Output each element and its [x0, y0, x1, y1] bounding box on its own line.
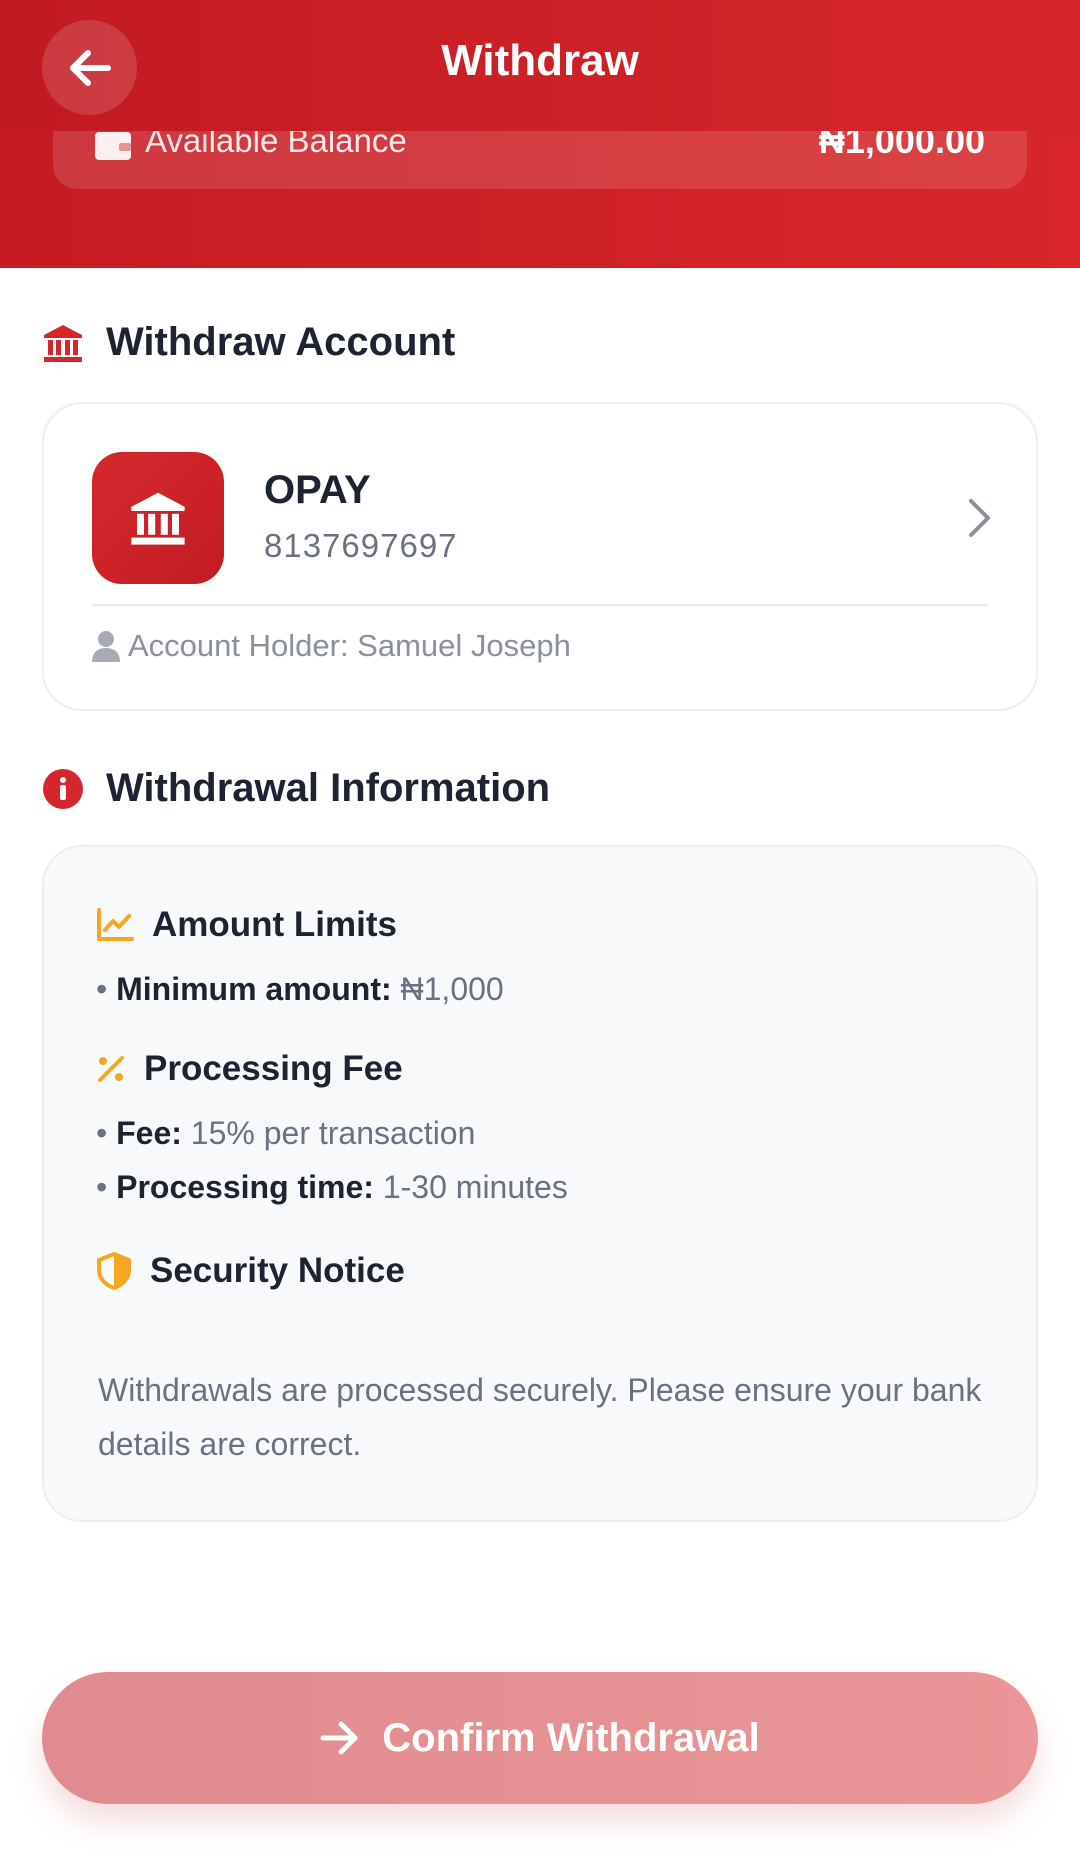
divider [92, 604, 988, 606]
security-notice-title: Security Notice [150, 1251, 405, 1290]
bank-name: OPAY [264, 468, 371, 512]
withdrawal-info-heading: Withdrawal Information [42, 766, 550, 811]
page-title: Withdraw [441, 36, 639, 85]
chevron-right-icon[interactable] [964, 496, 994, 540]
account-holder-text: Account Holder: Samuel Joseph [128, 628, 571, 663]
withdraw-page: Available Balance ₦1,000.00 Withdraw Wit… [0, 0, 1080, 1859]
min-amount-label: Minimum amount: [116, 971, 392, 1007]
header: Available Balance ₦1,000.00 Withdraw [0, 0, 1080, 268]
bank-logo-tile [92, 452, 224, 584]
shield-icon [97, 1252, 131, 1290]
user-icon [92, 631, 120, 662]
account-number: 8137697697 [264, 527, 458, 564]
processing-time-label: Processing time: [116, 1169, 374, 1205]
wallet-icon [95, 132, 131, 160]
bank-icon [44, 324, 82, 362]
account-card[interactable]: OPAY 8137697697 Account Holder: Samuel J… [42, 402, 1038, 711]
percent-icon [98, 1056, 124, 1082]
account-holder: Account Holder: Samuel Joseph [92, 628, 571, 664]
section-title: Withdraw Account [106, 320, 456, 364]
fee-label: Fee: [116, 1115, 182, 1151]
confirm-button-label: Confirm Withdrawal [382, 1715, 760, 1760]
fee-item: • Fee: 15% per transaction [96, 1115, 476, 1151]
security-notice-heading: Security Notice [96, 1251, 405, 1291]
processing-fee-heading: Processing Fee [96, 1049, 403, 1089]
withdrawal-info-card: Amount Limits • Minimum amount: ₦1,000 P… [42, 845, 1038, 1522]
top-bar: Withdraw [0, 0, 1080, 131]
arrow-right-icon [320, 1721, 358, 1755]
withdraw-account-heading: Withdraw Account [42, 320, 455, 365]
min-amount-value: ₦1,000 [400, 971, 504, 1007]
amount-limits-title: Amount Limits [152, 905, 397, 944]
processing-fee-title: Processing Fee [144, 1049, 403, 1088]
confirm-withdrawal-button[interactable]: Confirm Withdrawal [42, 1672, 1038, 1804]
security-notice-text: Withdrawals are processed securely. Plea… [98, 1372, 982, 1462]
fee-value: 15% per transaction [190, 1115, 476, 1151]
min-amount-item: • Minimum amount: ₦1,000 [96, 971, 504, 1007]
processing-time-value: 1-30 minutes [382, 1169, 568, 1205]
processing-time-item: • Processing time: 1-30 minutes [96, 1169, 568, 1205]
amount-limits-heading: Amount Limits [96, 905, 397, 945]
bank-icon [131, 492, 185, 545]
section-title: Withdrawal Information [106, 766, 551, 810]
info-icon [43, 768, 83, 809]
chart-line-icon [97, 908, 134, 941]
